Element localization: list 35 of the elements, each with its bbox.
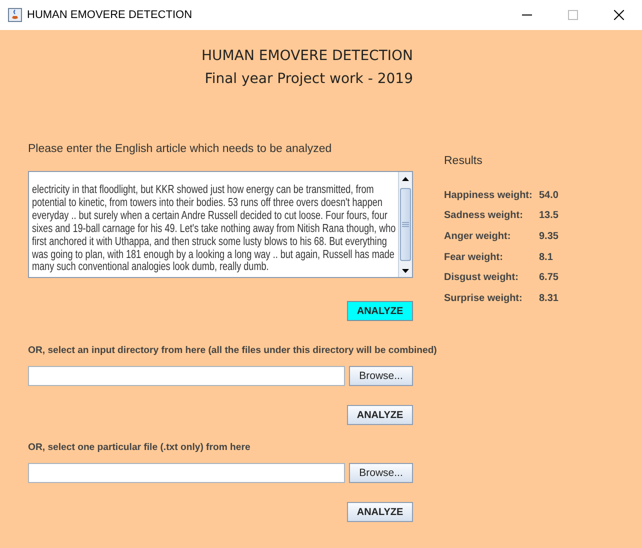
article-prompt: Please enter the English article which needs to be analyzed xyxy=(28,143,333,155)
weight-label: Sadness weight: xyxy=(444,210,524,222)
app-subtitle: Final year Project work - 2019 xyxy=(204,71,413,87)
directory-field[interactable] xyxy=(28,366,345,386)
scroll-up-icon[interactable] xyxy=(402,176,409,180)
weight-label: Happiness weight: xyxy=(444,190,534,201)
weight-value: 9.35 xyxy=(539,230,558,242)
file-field[interactable] xyxy=(28,463,345,483)
weight-value: 8.1 xyxy=(539,252,553,263)
weight-value: 54.0 xyxy=(539,190,558,201)
browse-button[interactable]: Browse... xyxy=(349,463,413,483)
article-text-area[interactable] xyxy=(28,171,413,278)
weight-value: 6.75 xyxy=(539,272,558,284)
weight-label: Anger weight: xyxy=(444,230,512,242)
weight-label: Fear weight: xyxy=(444,252,504,263)
scrollbar[interactable] xyxy=(398,172,412,277)
weight-label: Surprise weight: xyxy=(444,292,524,304)
window-title: HUMAN EMOVERE DETECTION xyxy=(27,9,192,21)
app-heading: HUMAN EMOVERE DETECTION xyxy=(202,48,413,64)
file-prompt: OR, select one particular file (.txt only) from here xyxy=(28,442,250,453)
close-icon xyxy=(614,10,624,20)
analyze-button[interactable]: ANALYZE xyxy=(347,502,413,522)
weight-value: 8.31 xyxy=(539,292,558,304)
article-text: electricity in that floodlight, but KKR showed just how energy can be transmitted, from potential to kinetic, from towers into their bodies. 53 runs off three overs doesn't happen everyday .. but surely when a certain Andre Russell decided to cut loose. Four fours, four sixes and 19-ball carnage for his 49. Let's take nothing away from Nitish Rana though, who first anchored it with Uthappa, and then struck some lusty blows to his 68. But everything was going to plan, with 181 enough by a looking a long way .. but again, Russell has made many such conventional analogies look dumb, really dumb. xyxy=(32,184,396,274)
analyze-button[interactable]: ANALYZE xyxy=(347,405,413,425)
scroll-down-icon[interactable] xyxy=(402,268,409,272)
weight-label: Disgust weight: xyxy=(444,272,520,284)
directory-prompt: OR, select an input directory from here (all the files under this directory will be combined) xyxy=(28,345,437,356)
weight-value: 13.5 xyxy=(539,210,558,222)
grip-icon xyxy=(402,222,409,227)
browse-button[interactable]: Browse... xyxy=(349,366,413,386)
results-heading: Results xyxy=(444,155,484,167)
analyze-button[interactable]: ANALYZE xyxy=(347,301,413,321)
maximize-icon xyxy=(568,10,578,20)
app-icon xyxy=(8,8,22,22)
